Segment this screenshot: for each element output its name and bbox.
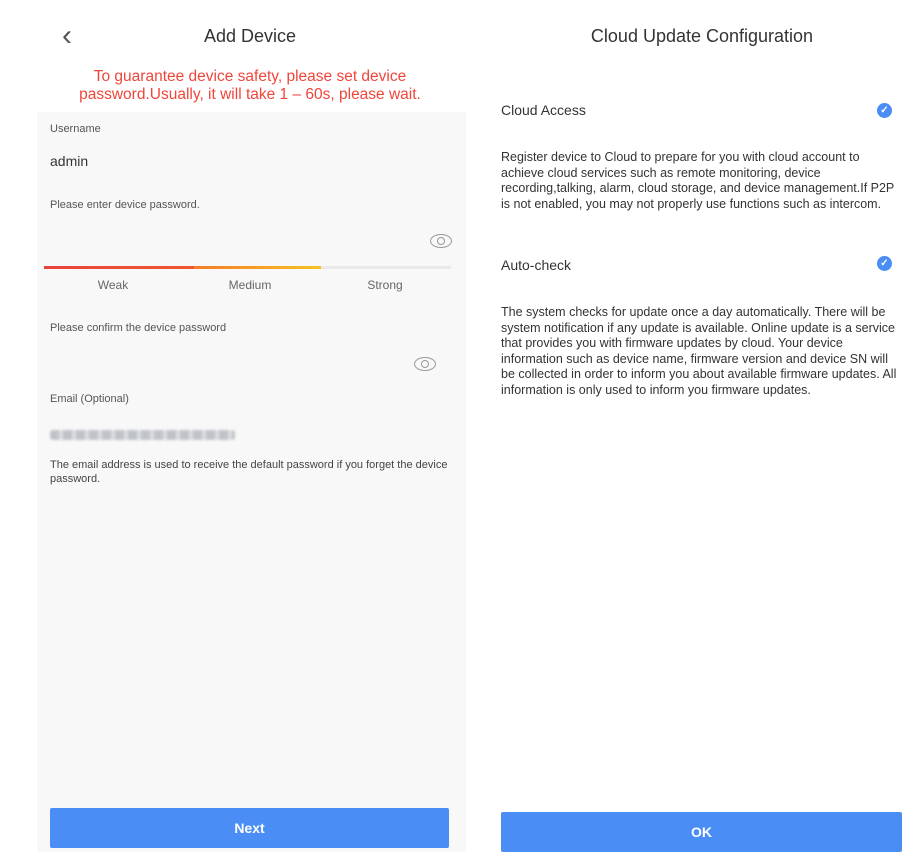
show-password-icon[interactable] — [430, 234, 452, 248]
show-confirm-password-icon[interactable] — [414, 357, 436, 371]
auto-check-label: Auto-check — [501, 257, 572, 273]
email-label: Email (Optional) — [50, 393, 129, 405]
page-title: Cloud Update Configuration — [590, 26, 814, 46]
email-hint: The email address is used to receive the… — [50, 459, 448, 485]
auto-check-check-icon[interactable]: ✓ — [877, 256, 892, 271]
auto-check-description: The system checks for update once a day … — [501, 305, 897, 397]
cloud-access-check-icon[interactable]: ✓ — [877, 103, 892, 118]
strength-bar-weak — [44, 266, 194, 269]
strength-strong: Strong — [367, 278, 403, 292]
ok-button[interactable]: OK — [501, 812, 902, 852]
safety-warning: To guarantee device safety, please set d… — [79, 68, 421, 103]
username-label: Username — [50, 123, 101, 135]
strength-weak: Weak — [97, 278, 129, 292]
confirm-password-field[interactable] — [50, 340, 420, 370]
add-device-panel: ‹ Add Device To guarantee device safety,… — [0, 0, 470, 853]
password-label: Please enter device password. — [50, 199, 200, 211]
cloud-access-label: Cloud Access — [501, 102, 586, 118]
strength-bar-strong — [321, 266, 451, 269]
page-title: Add Device — [203, 26, 297, 46]
strength-medium: Medium — [228, 278, 272, 292]
next-button[interactable]: Next — [50, 808, 449, 848]
password-field[interactable] — [50, 220, 420, 250]
confirm-password-label: Please confirm the device password — [50, 322, 227, 334]
strength-bar-medium — [194, 266, 321, 269]
cloud-access-description: Register device to Cloud to prepare for … — [501, 150, 895, 211]
username-field[interactable]: admin — [50, 153, 88, 169]
email-field[interactable] — [50, 430, 235, 440]
cloud-update-panel: Cloud Update Configuration Cloud Access … — [482, 0, 902, 853]
